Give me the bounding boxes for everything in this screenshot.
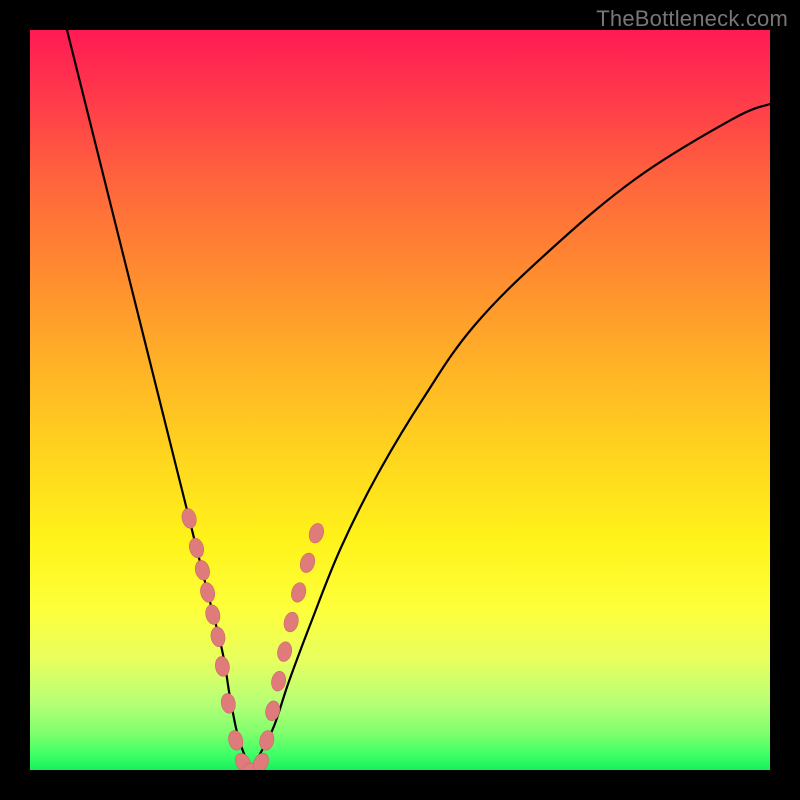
bead-marker <box>204 603 222 626</box>
bead-marker <box>214 655 231 677</box>
bead-marker <box>282 611 300 634</box>
bead-marker <box>298 551 317 574</box>
bottleneck-curve-line <box>67 30 770 770</box>
plot-area <box>30 30 770 770</box>
bead-marker <box>307 522 326 545</box>
bead-marker <box>289 581 308 604</box>
bead-marker <box>220 692 237 714</box>
bead-marker <box>209 626 226 648</box>
bead-marker <box>258 729 276 752</box>
bead-marker <box>180 507 198 530</box>
bead-marker <box>270 670 288 692</box>
bead-marker <box>276 640 294 662</box>
bead-marker <box>264 700 282 722</box>
chart-frame: TheBottleneck.com <box>0 0 800 800</box>
bottleneck-chart <box>30 30 770 770</box>
bead-marker <box>193 559 211 582</box>
bead-marker <box>250 751 271 770</box>
bead-marker <box>199 581 217 604</box>
watermark-text: TheBottleneck.com <box>596 6 788 32</box>
bead-marker <box>187 537 206 560</box>
